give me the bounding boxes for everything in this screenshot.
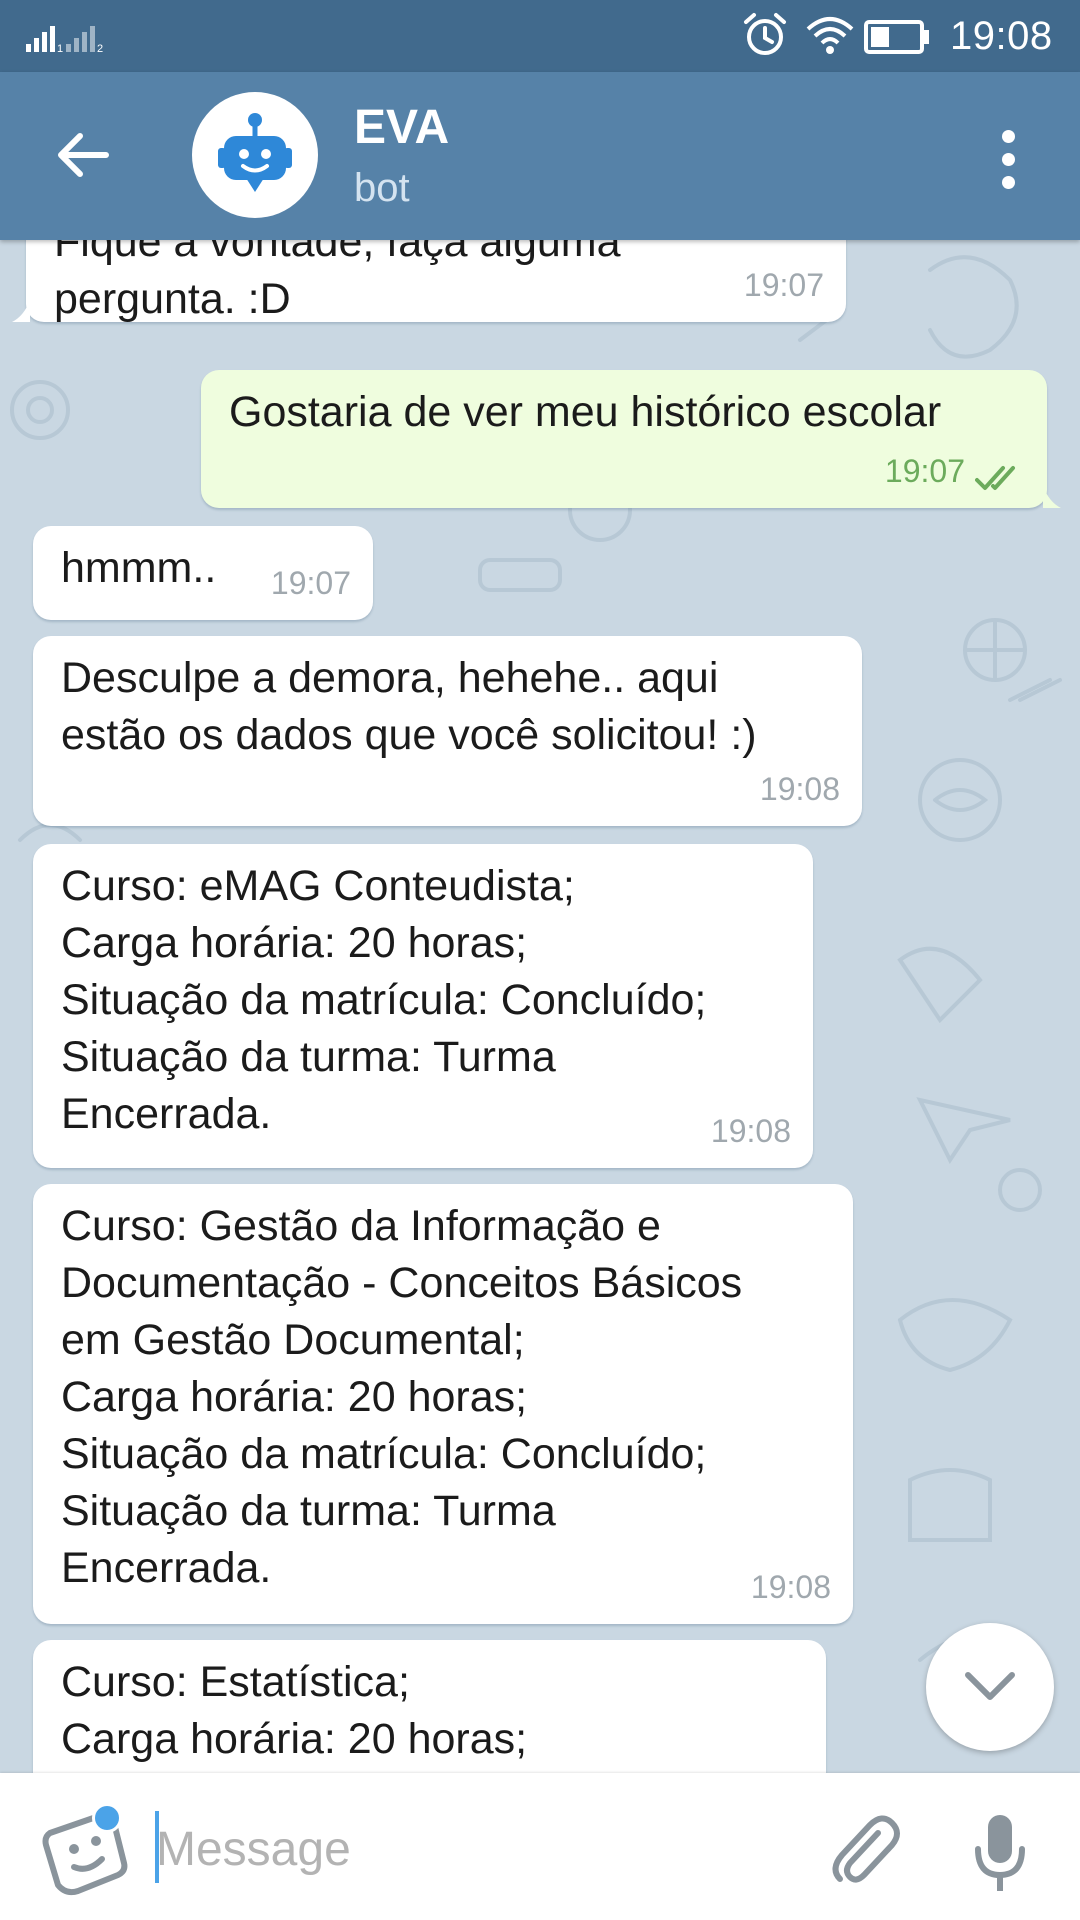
message-in[interactable]: Curso: Estatística; Carga horária: 20 ho… xyxy=(33,1640,826,1773)
message-in[interactable]: Curso: eMAG Conteudista; Carga horária: … xyxy=(33,844,813,1168)
message-text: Curso: Estatística; Carga horária: 20 ho… xyxy=(61,1658,528,1763)
alarm-icon xyxy=(744,13,786,55)
message-composer xyxy=(0,1773,1080,1920)
sim1-label: 1 xyxy=(57,43,63,52)
message-text: Curso: eMAG Conteudista; Carga horária: … xyxy=(61,862,707,1138)
chevron-down-icon xyxy=(965,1672,1015,1700)
robot-icon xyxy=(218,113,292,192)
chat-title[interactable]: EVA xyxy=(354,100,449,155)
chat-area[interactable]: Fique à vontade, faça alguma pergunta. :… xyxy=(0,240,1080,1773)
status-bar: 1 2 19:08 xyxy=(0,0,1080,72)
status-time: 19:08 xyxy=(950,14,1053,58)
avatar[interactable] xyxy=(192,92,318,218)
message-text: Desculpe a demora, hehehe.. aqui estão o… xyxy=(61,654,757,759)
scroll-down-button[interactable] xyxy=(926,1623,1054,1751)
paperclip-icon[interactable] xyxy=(826,1813,902,1889)
message-time: 19:07 xyxy=(884,453,965,489)
notification-dot xyxy=(92,1803,122,1833)
signal-icon: 1 2 xyxy=(26,26,103,52)
battery-icon xyxy=(864,20,929,54)
message-input[interactable] xyxy=(156,1813,796,1885)
message-text: Curso: Gestão da Informação e Documentaç… xyxy=(61,1202,743,1592)
back-arrow-icon[interactable] xyxy=(50,122,116,188)
message-time: 19:08 xyxy=(750,1569,831,1605)
chat-subtitle: bot xyxy=(354,166,410,210)
wifi-icon xyxy=(806,17,854,54)
message-in[interactable]: Curso: Gestão da Informação e Documentaç… xyxy=(33,1184,853,1624)
more-vertical-icon[interactable] xyxy=(996,130,1020,190)
message-time: 19:07 xyxy=(743,267,824,303)
double-check-icon xyxy=(975,466,1015,490)
chat-header: EVA bot xyxy=(0,72,1080,240)
bubble-tail xyxy=(12,300,30,322)
message-out[interactable]: Gostaria de ver meu histórico escolar 19… xyxy=(201,370,1061,508)
message-in[interactable]: Desculpe a demora, hehehe.. aqui estão o… xyxy=(33,636,862,826)
message-time: 19:08 xyxy=(759,771,840,807)
message-text: Gostaria de ver meu histórico escolar xyxy=(229,388,942,436)
message-in[interactable]: hmmm.. 19:07 xyxy=(33,526,373,620)
message-time: 19:08 xyxy=(710,1113,791,1149)
message-text: Fique à vontade, faça alguma pergunta. :… xyxy=(54,240,621,323)
message-in[interactable]: Fique à vontade, faça alguma pergunta. :… xyxy=(12,240,846,323)
message-time: 19:07 xyxy=(270,565,351,601)
bubble-tail xyxy=(1043,486,1061,508)
sim2-label: 2 xyxy=(97,43,103,52)
microphone-icon[interactable] xyxy=(972,1811,1028,1895)
